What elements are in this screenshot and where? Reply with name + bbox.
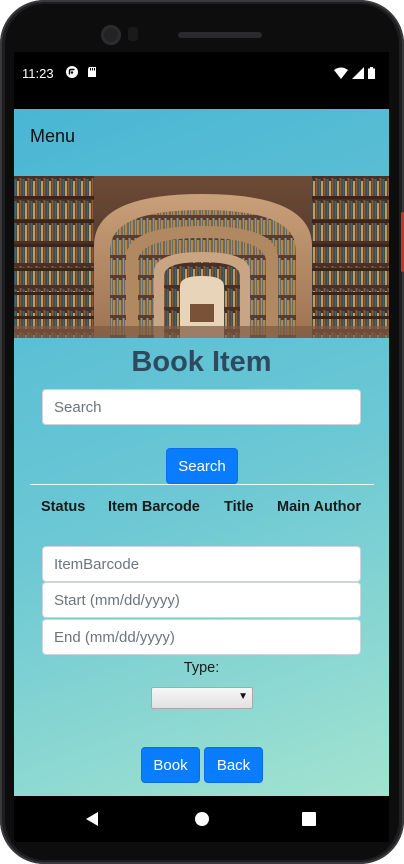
cast-icon (66, 66, 78, 78)
type-select[interactable]: ▼ (151, 687, 253, 709)
status-bar: 11:23 (14, 52, 389, 109)
recents-nav-icon[interactable] (302, 812, 316, 826)
start-date-input[interactable] (42, 582, 361, 618)
battery-icon (368, 67, 375, 79)
divider (30, 484, 374, 485)
book-button[interactable]: Book (141, 747, 200, 783)
cell-signal-icon (352, 67, 364, 79)
status-time: 11:23 (22, 66, 54, 81)
status-system-icons (334, 67, 375, 79)
item-barcode-input[interactable] (42, 546, 361, 582)
menu-button[interactable]: Menu (30, 126, 75, 147)
android-nav-bar (14, 796, 389, 842)
search-input[interactable] (42, 389, 361, 425)
library-banner-image (14, 176, 389, 338)
earpiece-speaker (178, 32, 262, 38)
column-header-title: Title (224, 499, 254, 515)
column-header-status: Status (41, 499, 86, 515)
search-button[interactable]: Search (166, 448, 238, 484)
column-header-item-barcode: Item Barcode (108, 499, 200, 515)
page-title: Book Item (131, 346, 272, 378)
back-button[interactable]: Back (204, 747, 263, 783)
end-date-input[interactable] (42, 619, 361, 655)
status-notification-icons (66, 66, 98, 78)
back-nav-icon[interactable] (86, 812, 100, 826)
app-content: Menu Book Item Search Search Status Item… (14, 109, 389, 796)
home-nav-icon[interactable] (195, 812, 209, 826)
column-header-main-author: Main Author (277, 499, 362, 515)
type-label: Type: (183, 660, 220, 676)
wifi-icon (334, 67, 348, 79)
proximity-sensor (128, 27, 138, 41)
sd-card-icon (88, 67, 96, 77)
dropdown-arrow-icon: ▼ (238, 691, 248, 702)
screen: 11:23 Menu Book Item Search Search Statu… (14, 52, 389, 796)
front-camera (101, 25, 121, 45)
